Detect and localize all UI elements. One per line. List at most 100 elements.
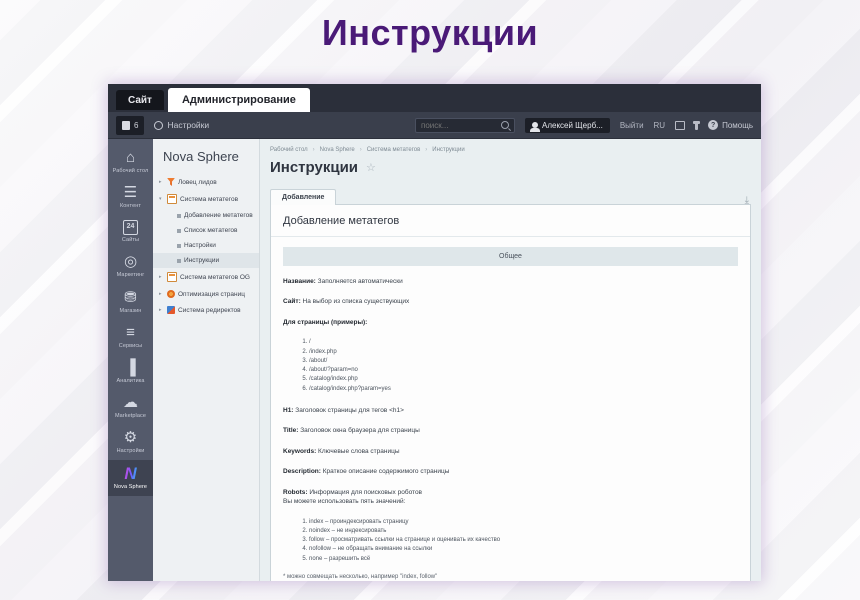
flag-icon	[122, 120, 130, 130]
admin-toolbar: 6 Настройки Алексей Щерб... Выйти RU ? П…	[108, 112, 761, 139]
pin-icon[interactable]	[693, 120, 701, 130]
tree-node-8[interactable]: ▸ Система редиректов	[153, 302, 259, 318]
tab-dobavlenie[interactable]: Добавление	[270, 189, 337, 205]
field-1: Сайт: На выбор из списка существующих	[283, 297, 738, 306]
tree-arrow-icon[interactable]: ▸	[159, 307, 164, 313]
page-heading-row: Инструкции ☆	[270, 159, 751, 176]
field-0-value: Заполняется автоматически	[315, 278, 403, 285]
robots-value: Информация для поисковых роботов	[307, 488, 423, 496]
field2-0: H1: Заголовок страницы для тегов <h1>	[283, 406, 738, 415]
breadcrumb-separator: ›	[359, 147, 362, 153]
logout-link[interactable]: Выйти	[620, 121, 644, 130]
window-tabbar: Сайт Администрирование	[108, 84, 761, 112]
field2-3-value: Краткое описание содержимого страницы	[320, 468, 450, 476]
window-body: ⌂ Рабочий стол ☰ Контент 24 Сайты ◎ Маркетинг ⛃ М…	[108, 139, 761, 581]
field2-2-value: Ключевые слова страницы	[316, 447, 400, 455]
content-tabs: Добавление	[270, 185, 751, 205]
breadcrumb-separator: ›	[312, 147, 315, 153]
metatag-icon	[167, 194, 177, 204]
bar-chart-icon: ▐	[125, 358, 136, 376]
rail-item-label: Сервисы	[118, 342, 143, 349]
tree-node-0[interactable]: ▸ Ловец лидов	[153, 174, 259, 190]
tree-arrow-icon[interactable]: ▸	[159, 179, 164, 185]
rail-item-5[interactable]: ≡ Сервисы	[108, 320, 153, 355]
cloud-download-icon: ☁	[123, 393, 138, 411]
rail-item-7[interactable]: ☁ Marketplace	[108, 390, 153, 425]
robots-block: Robots: Информация для поисковых роботов…	[283, 488, 738, 580]
search-input[interactable]	[421, 120, 501, 130]
field2-2-name: Keywords:	[283, 447, 317, 455]
bullet-icon	[177, 228, 181, 233]
gear-icon	[154, 120, 164, 130]
nova-sphere-logo: N	[124, 464, 137, 484]
tree-arrow-icon[interactable]: ▸	[159, 291, 164, 297]
tree-arrow-icon[interactable]: ▸	[159, 274, 164, 280]
robot-item-4: none – разрешить всё	[309, 555, 738, 564]
tab-site[interactable]: Сайт	[116, 90, 164, 110]
user-name: Алексей Щерб...	[542, 120, 603, 130]
pin-panel-icon[interactable]: ⤓	[745, 195, 749, 206]
breadcrumb-item-1[interactable]: Nova Sphere	[320, 147, 355, 153]
tree-node-4[interactable]: Настройки	[153, 238, 259, 253]
robot-item-1: noindex – не индексировать	[309, 527, 738, 536]
tree-node-6[interactable]: ▸ Система метатегов OG	[153, 268, 259, 286]
bullet-icon	[177, 213, 181, 218]
rail-item-6[interactable]: ▐ Аналитика	[108, 355, 153, 390]
tree-arrow-icon[interactable]: ▾	[159, 196, 164, 202]
field-0: Название: Заполняется автоматически	[283, 277, 738, 286]
language-selector[interactable]: RU	[654, 121, 666, 130]
layers-icon: ≡	[126, 323, 135, 341]
tree-node-label: Настройки	[184, 242, 216, 249]
rail-item-4[interactable]: ⛃ Магазин	[108, 285, 153, 320]
tree-node-label: Оптимизация страниц	[178, 290, 245, 298]
content-icon: ☰	[123, 184, 138, 202]
rail-item-3[interactable]: ◎ Маркетинг	[108, 249, 153, 284]
rail-item-9[interactable]: N Nova Sphere	[108, 460, 153, 497]
example-item-4: /catalog/index.php	[309, 375, 738, 384]
toolbar-settings-label: Настройки	[167, 120, 210, 130]
example-item-1: /index.php	[309, 348, 738, 357]
notifications-badge[interactable]: 6	[116, 115, 145, 135]
question-mark-icon: ?	[708, 120, 719, 130]
bullet-icon	[177, 258, 181, 263]
rail-item-0[interactable]: ⌂ Рабочий стол	[108, 145, 153, 180]
rail-item-label: Marketplace	[114, 412, 147, 419]
robots-field: Robots: Информация для поисковых роботов…	[283, 488, 738, 507]
tree-node-label: Список метатегов	[184, 227, 238, 234]
field2-3-name: Description:	[283, 468, 321, 476]
tree-node-2[interactable]: Добавление метатегов	[153, 208, 259, 223]
rail-item-8[interactable]: ⚙ Настройки	[108, 425, 153, 460]
user-menu[interactable]: Алексей Щерб...	[525, 117, 610, 133]
rail-item-label: Магазин	[119, 307, 142, 314]
tab-admin[interactable]: Администрирование	[167, 88, 310, 112]
favorite-star-icon[interactable]: ☆	[366, 161, 376, 174]
tree-node-7[interactable]: ▸ Оптимизация страниц	[153, 286, 259, 302]
rail-item-label: Настройки	[116, 448, 145, 455]
rail-item-label: Nova Sphere	[113, 484, 148, 491]
breadcrumb-item-2[interactable]: Система метатегов	[367, 147, 421, 153]
breadcrumb-item-0[interactable]: Рабочий стол	[270, 147, 308, 153]
toolbar-settings[interactable]: Настройки	[154, 120, 209, 130]
field2-1-value: Заголовок окна браузера для страницы	[298, 427, 420, 435]
panel-toggle-icon[interactable]	[675, 120, 686, 130]
breadcrumb: Рабочий стол › Nova Sphere › Система метатег…	[270, 147, 751, 153]
field2-1: Title: Заголовок окна браузера для стран…	[283, 426, 738, 435]
robots-sub: Вы можете использовать пять значений:	[283, 498, 406, 506]
tree-node-label: Ловец лидов	[178, 178, 217, 186]
search-icon[interactable]	[501, 121, 509, 129]
admin-window: Сайт Администрирование 6 Настройки Алекс…	[108, 84, 761, 581]
rail-item-label: Аналитика	[116, 377, 145, 384]
help-link[interactable]: ? Помощь	[708, 120, 753, 130]
rail-item-1[interactable]: ☰ Контент	[108, 180, 153, 215]
tree-node-5[interactable]: Инструкции	[153, 253, 259, 268]
search-box[interactable]	[415, 117, 515, 133]
breadcrumb-item-3[interactable]: Инструкции	[432, 147, 464, 153]
tree-node-label: Добавление метатегов	[184, 212, 253, 219]
sidebar-title: Nova Sphere	[163, 149, 239, 164]
field-1-value: На выбор из списка существующих	[300, 298, 410, 306]
tree-node-3[interactable]: Список метатегов	[153, 223, 259, 238]
tree-node-1[interactable]: ▾ Система метатегов	[153, 190, 259, 208]
sidebar-tree: Nova Sphere ▸ Ловец лидов ▾ Система метатег…	[153, 139, 260, 581]
rail-item-2[interactable]: 24 Сайты	[108, 215, 153, 249]
rail-item-label: Контент	[119, 203, 142, 210]
